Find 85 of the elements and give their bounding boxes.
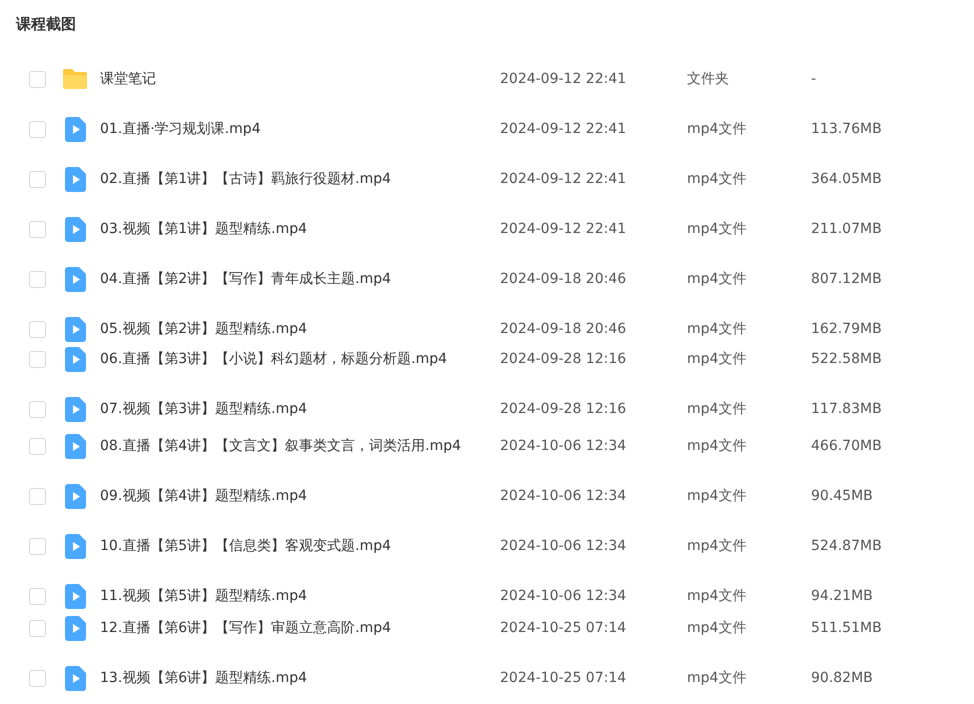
modified-date: 2024-09-12 22:41 <box>500 221 628 237</box>
file-type: mp4文件 <box>687 170 748 188</box>
file-name[interactable]: 03.视频【第1讲】题型精练.mp4 <box>100 220 500 238</box>
video-file-icon <box>64 616 86 640</box>
modified-date: 2024-10-06 12:34 <box>500 438 628 454</box>
modified-date: 2024-09-12 22:41 <box>500 121 628 137</box>
file-size: 364.05MB <box>811 171 883 187</box>
file-type: mp4文件 <box>687 669 748 687</box>
file-size: 522.58MB <box>811 351 883 367</box>
file-name[interactable]: 12.直播【第6讲】【写作】审题立意高阶.mp4 <box>100 619 500 637</box>
file-name[interactable]: 课堂笔记 <box>100 70 500 88</box>
folder-icon <box>62 68 88 90</box>
file-size: 524.87MB <box>811 538 883 554</box>
checkbox[interactable] <box>29 270 46 288</box>
file-type: mp4文件 <box>687 220 748 238</box>
video-file-icon <box>64 166 86 192</box>
file-name[interactable]: 13.视频【第6讲】题型精练.mp4 <box>100 669 500 687</box>
file-size: 94.21MB <box>811 588 874 604</box>
file-type: mp4文件 <box>687 270 748 288</box>
checkbox[interactable] <box>29 438 46 454</box>
file-name[interactable]: 08.直播【第4讲】【文言文】叙事类文言，词类活用.mp4 <box>100 437 500 455</box>
file-name[interactable]: 04.直播【第2讲】【写作】青年成长主题.mp4 <box>100 270 500 288</box>
modified-date: 2024-10-06 12:34 <box>500 488 628 504</box>
file-size: 511.51MB <box>811 620 883 636</box>
checkbox[interactable] <box>29 400 46 418</box>
page-title: 课程截图 <box>16 14 77 35</box>
modified-date: 2024-09-18 20:46 <box>500 271 628 287</box>
video-file-icon <box>64 316 86 342</box>
modified-date: 2024-09-12 22:41 <box>500 171 628 187</box>
video-file-icon <box>64 434 86 458</box>
file-name[interactable]: 10.直播【第5讲】【信息类】客观变式题.mp4 <box>100 537 500 555</box>
file-type: mp4文件 <box>687 400 748 418</box>
checkbox[interactable] <box>29 620 46 636</box>
checkbox[interactable] <box>29 170 46 188</box>
modified-date: 2024-09-28 12:16 <box>500 401 628 417</box>
file-name[interactable]: 06.直播【第3讲】【小说】科幻题材，标题分析题.mp4 <box>100 350 500 368</box>
file-type: mp4文件 <box>687 437 748 455</box>
file-size: 113.76MB <box>811 121 883 137</box>
file-type: mp4文件 <box>687 120 748 138</box>
checkbox[interactable] <box>29 538 46 554</box>
file-size: 117.83MB <box>811 401 883 417</box>
checkbox[interactable] <box>29 220 46 238</box>
file-size: 211.07MB <box>811 221 883 237</box>
video-file-icon <box>64 266 86 292</box>
video-file-icon <box>64 396 86 422</box>
file-name[interactable]: 01.直播·学习规划课.mp4 <box>100 120 500 138</box>
video-file-icon <box>64 116 86 142</box>
modified-date: 2024-10-25 07:14 <box>500 670 628 686</box>
file-size: 90.82MB <box>811 670 874 686</box>
file-name[interactable]: 07.视频【第3讲】题型精练.mp4 <box>100 400 500 418</box>
video-file-icon <box>64 346 86 372</box>
file-size: 466.70MB <box>811 438 883 454</box>
file-size: 807.12MB <box>811 271 883 287</box>
checkbox[interactable] <box>29 670 46 686</box>
checkbox[interactable] <box>29 120 46 138</box>
file-type: 文件夹 <box>687 70 730 88</box>
file-type: mp4文件 <box>687 487 748 505</box>
modified-date: 2024-09-18 20:46 <box>500 321 628 337</box>
modified-date: 2024-09-12 22:41 <box>500 71 628 87</box>
file-name[interactable]: 09.视频【第4讲】题型精练.mp4 <box>100 487 500 505</box>
file-type: mp4文件 <box>687 350 748 368</box>
modified-date: 2024-09-28 12:16 <box>500 351 628 367</box>
video-file-icon <box>64 484 86 508</box>
modified-date: 2024-10-25 07:14 <box>500 620 628 636</box>
checkbox[interactable] <box>29 70 46 88</box>
file-size: 162.79MB <box>811 321 883 337</box>
modified-date: 2024-10-06 12:34 <box>500 588 628 604</box>
file-type: mp4文件 <box>687 619 748 637</box>
checkbox[interactable] <box>29 350 46 368</box>
file-size: 90.45MB <box>811 488 874 504</box>
file-size: - <box>811 71 818 87</box>
video-file-icon <box>64 216 86 242</box>
file-name[interactable]: 11.视频【第5讲】题型精练.mp4 <box>100 587 500 605</box>
checkbox[interactable] <box>29 488 46 504</box>
video-file-icon <box>64 534 86 558</box>
file-type: mp4文件 <box>687 587 748 605</box>
video-file-icon <box>64 584 86 608</box>
video-file-icon <box>64 666 86 690</box>
checkbox[interactable] <box>29 320 46 338</box>
file-type: mp4文件 <box>687 537 748 555</box>
modified-date: 2024-10-06 12:34 <box>500 538 628 554</box>
file-name[interactable]: 05.视频【第2讲】题型精练.mp4 <box>100 320 500 338</box>
file-type: mp4文件 <box>687 320 748 338</box>
checkbox[interactable] <box>29 588 46 604</box>
file-name[interactable]: 02.直播【第1讲】【古诗】羁旅行役题材.mp4 <box>100 170 500 188</box>
